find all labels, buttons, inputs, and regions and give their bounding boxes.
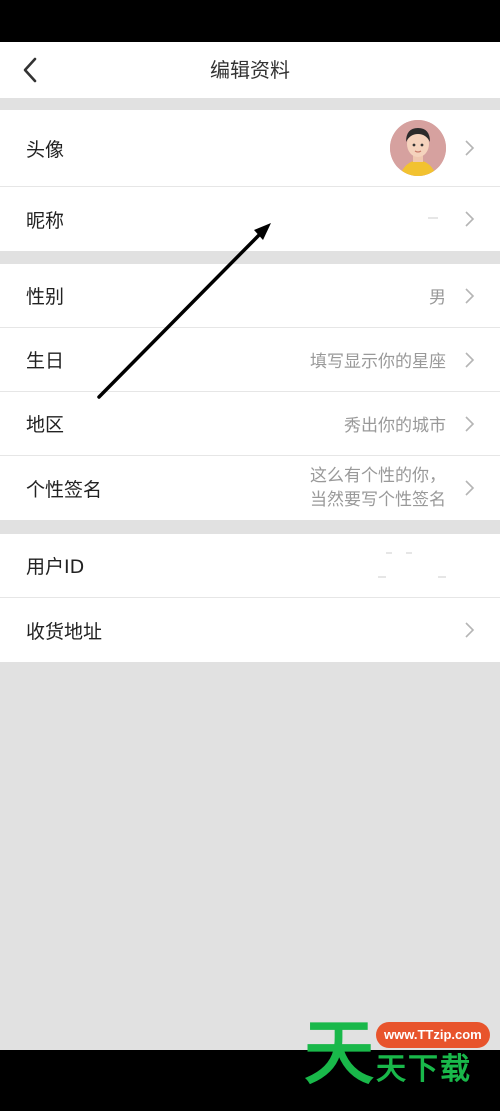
back-button[interactable] bbox=[10, 50, 50, 90]
blurred-value-mark bbox=[406, 552, 412, 554]
blurred-value-mark bbox=[428, 217, 438, 219]
user-id-label: 用户ID bbox=[26, 556, 85, 578]
info-section: 性别 男 生日 填写显示你的星座 地区 秀出你的城市 个性签名 这么有个性的你，… bbox=[0, 264, 500, 520]
birthday-label: 生日 bbox=[26, 350, 65, 372]
page-title: 编辑资料 bbox=[210, 58, 290, 82]
region-label: 地区 bbox=[26, 414, 65, 436]
region-row[interactable]: 地区 秀出你的城市 bbox=[0, 392, 500, 456]
chevron-right-icon bbox=[465, 287, 475, 304]
birthday-value: 填写显示你的星座 bbox=[310, 352, 446, 372]
watermark-logo: 天 www.TTzip.com 天下载 bbox=[304, 1018, 494, 1088]
chevron-right-icon bbox=[465, 351, 475, 368]
blurred-value-mark bbox=[438, 576, 446, 578]
nav-bar: 编辑资料 bbox=[0, 42, 500, 98]
watermark-text: 天下载 bbox=[376, 1052, 472, 1087]
blurred-value-mark bbox=[386, 552, 392, 554]
nickname-label: 昵称 bbox=[26, 209, 65, 232]
chevron-right-icon bbox=[465, 622, 475, 638]
chevron-left-icon bbox=[23, 57, 37, 83]
chevron-right-icon bbox=[465, 211, 475, 227]
profile-section: 头像 昵称 bbox=[0, 110, 500, 251]
chevron-right-icon bbox=[465, 480, 475, 496]
region-value: 秀出你的城市 bbox=[344, 416, 446, 436]
address-row[interactable]: 收货地址 bbox=[0, 598, 500, 662]
signature-label: 个性签名 bbox=[26, 478, 103, 501]
watermark-url: www.TTzip.com bbox=[376, 1022, 490, 1048]
signature-row[interactable]: 个性签名 这么有个性的你， 当然要写个性签名 bbox=[0, 456, 500, 520]
avatar-label: 头像 bbox=[26, 138, 65, 161]
signature-value-line1: 这么有个性的你， bbox=[310, 466, 446, 486]
nickname-row[interactable]: 昵称 bbox=[0, 187, 500, 251]
watermark-big-char: 天 bbox=[304, 1012, 374, 1094]
avatar[interactable] bbox=[390, 120, 446, 176]
gender-row[interactable]: 性别 男 bbox=[0, 264, 500, 328]
chevron-right-icon bbox=[465, 140, 475, 156]
chevron-right-icon bbox=[465, 415, 475, 432]
gender-value: 男 bbox=[429, 288, 446, 308]
birthday-row[interactable]: 生日 填写显示你的星座 bbox=[0, 328, 500, 392]
signature-value: 这么有个性的你， 当然要写个性签名 bbox=[310, 456, 446, 520]
address-label: 收货地址 bbox=[26, 620, 103, 643]
status-bar bbox=[0, 0, 500, 42]
avatar-row[interactable]: 头像 bbox=[0, 110, 500, 187]
signature-value-line2: 当然要写个性签名 bbox=[310, 490, 446, 510]
user-id-row: 用户ID bbox=[0, 534, 500, 598]
blurred-value-mark bbox=[378, 576, 386, 578]
account-section: 用户ID 收货地址 bbox=[0, 534, 500, 662]
gender-label: 性别 bbox=[26, 286, 65, 308]
